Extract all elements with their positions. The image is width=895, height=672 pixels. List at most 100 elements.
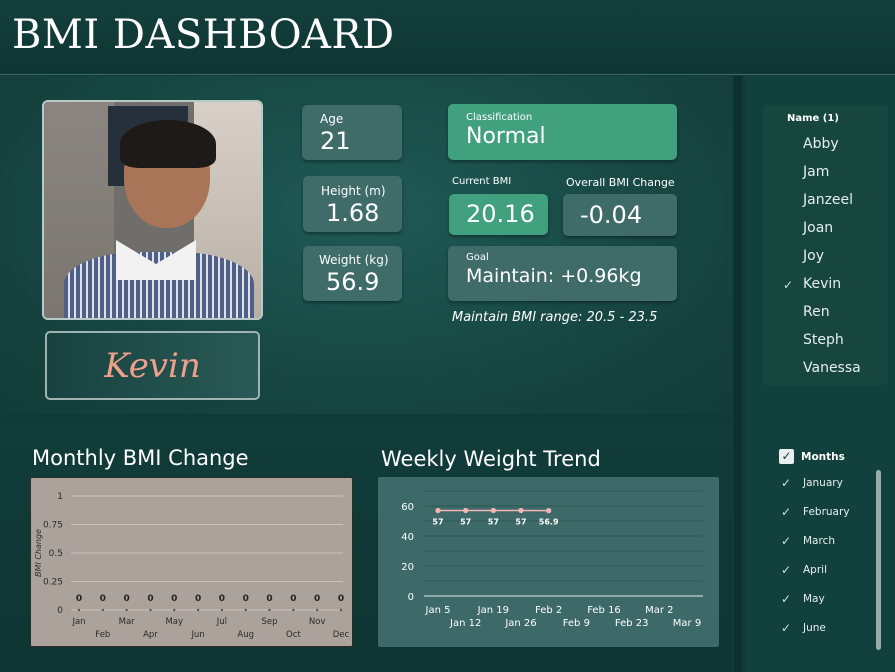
name-item-jam[interactable]: Jam [803,164,829,180]
data-label: 0 [147,594,153,604]
overall-change-value: -0.04 [580,201,643,229]
month-item-march[interactable]: March [803,535,835,547]
monthly-bmi-chart: 0 0.25 0.5 0.75 1 BMI Change Jan 0 Feb 0 Mar 0 Apr 0 M… [30,477,353,647]
x-tick-label: Feb 23 [615,618,649,629]
x-tick-label: Aug [237,630,254,640]
x-tick-label: Jan [71,617,85,627]
x-tick-label: Feb 9 [563,618,590,629]
y-tick-label: 40 [401,532,414,543]
weight-value: 56.9 [326,268,380,296]
data-label: 57 [460,518,471,527]
month-item-june[interactable]: June [803,622,826,634]
profile-name-card: Kevin [45,331,260,400]
x-tick-label: Sep [262,617,278,627]
current-bmi-label: Current BMI [452,176,512,187]
name-item-ren[interactable]: Ren [803,304,830,320]
month-check-icon[interactable]: ✓ [781,505,791,519]
name-slicer: Name (1) Abby Jam Janzeel Joan Joy Kevin ✓ Ren S… [763,105,888,385]
x-tick-label: Jan 19 [477,605,509,616]
y-tick-label: 0 [57,606,63,616]
x-tick-label: Feb 16 [587,605,621,616]
name-item-janzeel[interactable]: Janzeel [803,192,853,208]
age-value: 21 [320,127,351,155]
data-point [463,507,469,514]
data-label: 0 [314,594,320,604]
overall-change-label: Overall BMI Change [566,176,675,189]
month-item-january[interactable]: January [803,477,843,489]
month-item-may[interactable]: May [803,593,825,605]
data-point [173,608,176,612]
data-label: 0 [76,594,82,604]
data-point [77,608,81,612]
x-tick-label: Feb [95,630,110,640]
data-label: 0 [124,594,130,604]
name-item-kevin[interactable]: Kevin [803,276,841,292]
data-label: 56.9 [539,518,559,527]
month-check-icon[interactable]: ✓ [781,476,791,490]
data-label: 0 [266,594,272,604]
data-point [101,608,105,612]
name-item-joy[interactable]: Joy [803,248,824,264]
data-point [435,507,441,514]
data-point [220,608,224,612]
data-label: 0 [243,594,249,604]
data-point [490,507,496,514]
height-value: 1.68 [326,199,380,227]
current-bmi-card: 20.16 [449,194,548,235]
data-label: 57 [488,518,499,527]
goal-label: Goal [466,252,489,263]
data-label: 0 [171,594,177,604]
panel-divider [734,76,742,672]
y-tick-label: 1 [57,492,63,502]
weekly-weight-svg: 0 20 40 60 Jan 5 Jan 12 Jan 19 Jan 26 Feb 2Feb 9… [401,490,703,629]
profile-photo [42,100,263,320]
profile-name: Kevin [104,345,201,386]
month-check-icon[interactable]: ✓ [781,621,791,635]
name-item-vanessa[interactable]: Vanessa [803,360,861,376]
data-label: 0 [195,594,201,604]
data-label: 0 [100,594,106,604]
month-check-icon[interactable]: ✓ [781,563,791,577]
name-item-steph[interactable]: Steph [803,332,844,348]
month-item-february[interactable]: February [803,506,850,518]
weight-label: Weight (kg) [319,253,389,267]
x-tick-label: Mar 9 [673,618,701,629]
x-tick-label: May [165,617,183,627]
data-point [149,608,152,612]
classification-value: Normal [466,124,546,149]
months-slicer: ✓ Months ✓ January ✓ February ✓ March ✓ April ✓ M… [763,444,883,649]
month-check-icon[interactable]: ✓ [781,534,791,548]
weight-card: Weight (kg) 56.9 [303,246,402,301]
data-label: 57 [515,518,526,527]
y-tick-label: 60 [401,502,414,513]
y-tick-label: 0.25 [43,578,63,588]
months-slicer-title: Months [801,451,845,463]
y-axis-label: BMI Change [34,529,43,577]
month-item-april[interactable]: April [803,564,827,576]
age-card: Age 21 [302,105,402,160]
name-slicer-title: Name (1) [787,113,839,124]
x-tick-label: Apr [143,630,158,640]
x-tick-label: Jun [190,630,204,640]
weekly-chart-title: Weekly Weight Trend [381,447,601,471]
months-scrollbar[interactable] [876,470,881,650]
monthly-chart-title: Monthly BMI Change [32,446,249,470]
name-item-abby[interactable]: Abby [803,136,839,152]
x-tick-label: Jan 26 [504,618,536,629]
current-bmi-value: 20.16 [466,200,535,228]
age-label: Age [320,112,344,126]
x-tick-label: Mar [119,617,136,627]
month-check-icon[interactable]: ✓ [781,592,791,606]
classification-label: Classification [466,112,533,123]
data-point [518,507,524,514]
x-tick-label: Jan 12 [449,618,481,629]
x-tick-label: Dec [333,630,350,640]
y-tick-label: 0.75 [43,521,63,531]
name-item-joan[interactable]: Joan [803,220,833,236]
height-label: Height (m) [321,184,386,198]
select-all-checkbox[interactable]: ✓ [779,449,794,464]
selected-check-icon: ✓ [783,278,794,292]
x-tick-label: Jul [216,617,227,627]
x-tick-label: Jan 5 [425,605,451,616]
x-tick-label: Oct [286,630,301,640]
